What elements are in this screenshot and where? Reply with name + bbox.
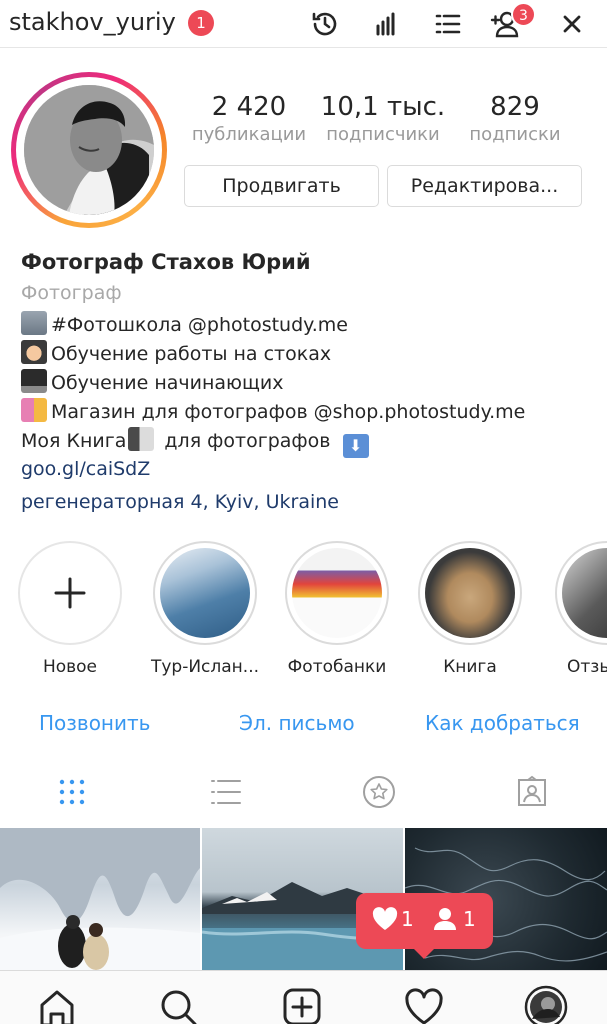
directions-button[interactable]: Как добраться [425,711,580,735]
highlight-cover [160,548,250,638]
top-bar: stakhov_yuriy 1 3 [0,0,607,48]
username-notification-badge: 1 [188,10,214,36]
bio-text: Магазин для фотографов @shop.photostudy.… [51,401,526,423]
following-label: подписки [469,124,561,145]
highlight-new[interactable]: Новое [15,541,125,677]
tagged-person-icon [518,775,546,806]
more-icon[interactable] [554,6,590,42]
laptop-emoji [21,369,47,393]
highlight-book[interactable]: Книга [415,541,525,677]
bio-line-book: Моя Книга для фотографов ⬇ [21,427,373,458]
bio-text: Обучение начинающих [51,372,284,394]
post-thumbnail[interactable] [0,828,200,970]
menu-list-icon[interactable] [430,6,466,42]
bio-text: #Фотошкола @photostudy.me [51,314,348,336]
following-stat[interactable]: 829 подписки [462,92,568,145]
tab-saved[interactable] [359,772,399,812]
followers-label: подписчики [326,124,440,145]
profile-name: Фотограф Стахов Юрий [21,250,311,274]
highlight-label: Книга [443,657,497,677]
down-arrow-emoji: ⬇ [342,434,369,458]
search-icon[interactable] [156,985,200,1024]
grid-icon [59,779,85,805]
home-icon[interactable] [35,985,79,1024]
star-icon [363,776,395,808]
plus-icon [54,577,86,609]
tab-tagged[interactable] [512,772,552,812]
bio-text: для фотографов [158,430,331,452]
archive-icon[interactable] [307,6,343,42]
highlight-photobanks[interactable]: Фотобанки [282,541,392,677]
posts-label: публикации [191,124,307,145]
book-emoji [128,427,155,451]
activity-heart-icon[interactable] [402,985,446,1024]
highlight-label: Фотобанки [287,657,387,677]
highlight-reviews[interactable]: Отзы [551,541,607,677]
followers-count: 10,1 тыс. [320,92,446,122]
tab-grid-view[interactable] [52,772,92,812]
username-switcher[interactable]: stakhov_yuriy [9,8,176,36]
avatar-photo [24,85,154,215]
highlight-label: Отзы [567,657,607,677]
bio-line-shop: Магазин для фотографов @shop.photostudy.… [21,398,525,423]
insights-icon[interactable] [368,6,404,42]
bottom-navigation [0,970,607,1024]
bio-line-beginners: Обучение начинающих [21,369,284,394]
profile-category: Фотограф [21,282,122,304]
bio-link[interactable]: goo.gl/caiSdZ [21,458,150,480]
activity-notification[interactable]: 1 1 [356,893,493,959]
new-post-icon[interactable] [280,985,324,1024]
tab-list-view[interactable] [206,772,246,812]
highlight-cover [292,548,382,638]
bio-text: Моя Книга [21,430,127,452]
list-icon [211,780,241,804]
profile-tab-avatar[interactable] [524,985,568,1024]
likes-count: 1 [401,907,414,931]
likes-activity: 1 [372,907,414,931]
highlight-label: Новое [42,657,98,677]
posts-stat[interactable]: 2 420 публикации [190,92,308,145]
highlight-label: Тур-Ислан... [150,657,260,677]
office-building-emoji [21,311,47,335]
edit-profile-button[interactable]: Редактирова... [387,165,582,207]
follow-requests-badge: 3 [511,2,536,27]
student-emoji [21,340,47,364]
bio-line-stocks: Обучение работы на стоках [21,340,331,365]
posts-count: 2 420 [211,92,287,122]
bio-text: Обучение работы на стоках [51,343,332,365]
follows-count: 1 [463,907,476,931]
bio-line-school: #Фотошкола @photostudy.me [21,311,348,336]
profile-avatar[interactable] [11,72,167,228]
highlight-cover [562,548,607,638]
following-count: 829 [490,92,540,122]
shopping-bags-emoji [21,398,47,422]
promote-button[interactable]: Продвигать [184,165,379,207]
highlight-cover [425,548,515,638]
bio-location[interactable]: регенераторная 4, Kyiv, Ukraine [21,491,339,513]
heart-icon [372,907,398,930]
email-button[interactable]: Эл. письмо [239,711,355,735]
followers-stat[interactable]: 10,1 тыс. подписчики [318,92,448,145]
person-icon [434,908,456,930]
ice-cave-photo [0,828,200,970]
follows-activity: 1 [432,907,476,931]
highlight-iceland-tour[interactable]: Тур-Ислан... [150,541,260,677]
call-button[interactable]: Позвонить [39,711,150,735]
